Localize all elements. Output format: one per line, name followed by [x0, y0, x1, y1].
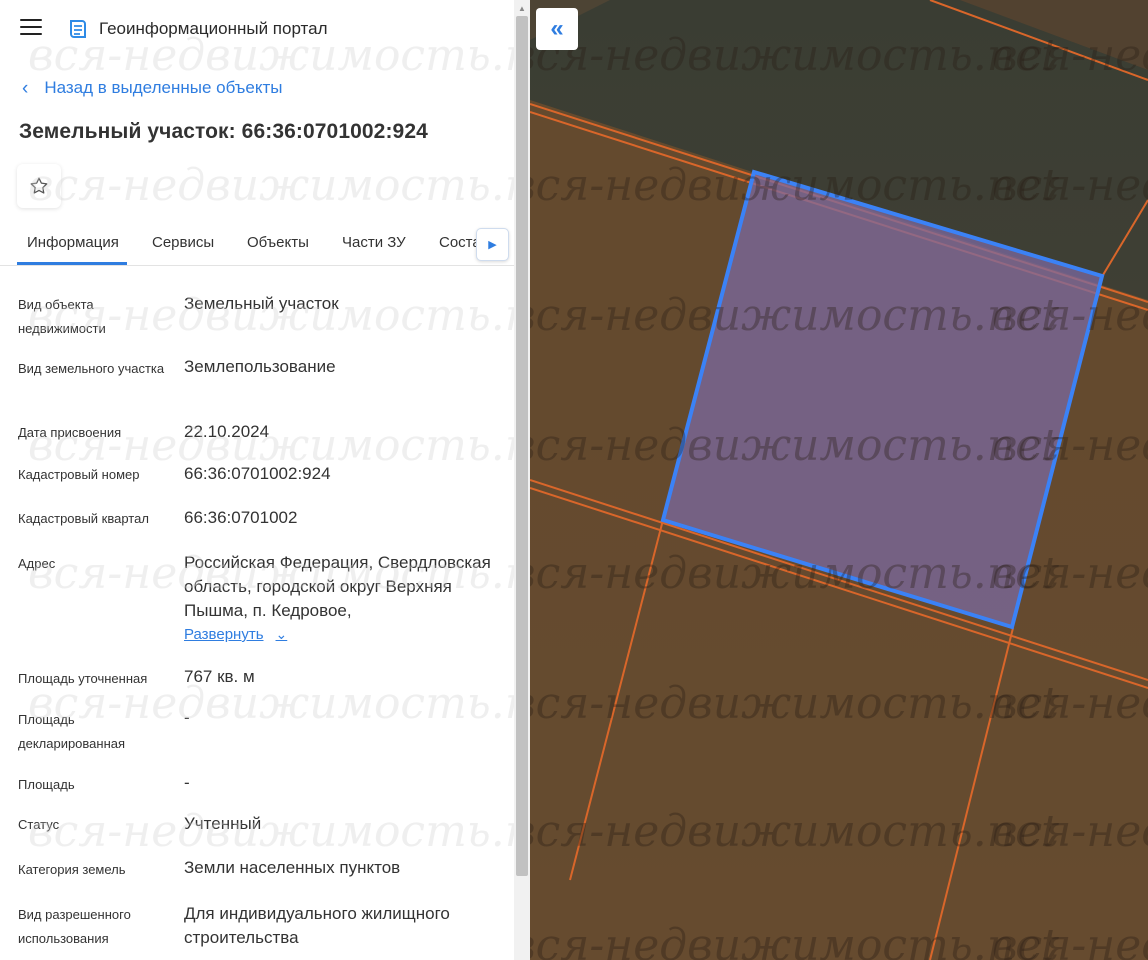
field-value-cadastral-block: 66:36:0701002: [184, 508, 298, 527]
chevron-down-icon: ⌄: [275, 626, 288, 642]
tab-bar: Информация Сервисы Объекты Части ЗУ Сост…: [0, 224, 514, 266]
field-value-area: -: [184, 773, 190, 792]
field-value-area-refined: 767 кв. м: [184, 667, 255, 686]
field-label-status: Статус: [18, 817, 60, 832]
panel-scrollbar[interactable]: ▲: [514, 0, 530, 960]
app-title: Геоинформационный портал: [99, 19, 328, 38]
field-label-address: Адрес: [18, 556, 56, 571]
tabs-scroll-right-button[interactable]: ▶: [476, 228, 509, 261]
favorite-button[interactable]: [17, 164, 61, 208]
tab-information[interactable]: Информация: [27, 234, 119, 251]
double-chevron-left-icon: «: [550, 15, 564, 42]
field-value-parcel-type: Землепользование: [184, 357, 336, 376]
collapse-panel-button[interactable]: «: [536, 8, 578, 50]
address-expand-link[interactable]: Развернуть ⌄: [184, 626, 287, 643]
field-value-cadastral-number: 66:36:0701002:924: [184, 464, 331, 483]
field-label-area-declared: Площадь декларированная: [18, 712, 126, 751]
field-value-area-declared: -: [184, 708, 190, 727]
cadastral-map-canvas: [530, 0, 1148, 960]
field-label-area-refined: Площадь уточненная: [18, 671, 148, 686]
field-label-parcel-type: Вид земельного участка: [18, 361, 165, 376]
field-value-permitted-use: Для индивидуального жилищного строительс…: [184, 904, 450, 947]
tab-parcel-parts[interactable]: Части ЗУ: [342, 234, 406, 251]
field-value-assignment-date: 22.10.2024: [184, 422, 270, 441]
chevron-left-icon: ‹: [22, 77, 29, 99]
back-to-selection-link[interactable]: ‹ Назад в выделенные объекты: [22, 78, 282, 98]
star-outline-icon: [30, 177, 48, 194]
field-label-cadastral-number: Кадастровый номер: [18, 467, 140, 482]
page-title: Земельный участок: 66:36:0701002:924: [19, 120, 428, 143]
field-label-permitted-use: Вид разрешенного использования: [18, 907, 131, 946]
tab-composition[interactable]: Соста: [439, 234, 481, 251]
field-label-assignment-date: Дата присвоения: [18, 425, 122, 440]
scrollbar-thumb[interactable]: [516, 16, 528, 876]
tab-objects[interactable]: Объекты: [247, 234, 309, 251]
watermark-text: вся-недвижимость.net: [28, 160, 514, 211]
field-value-status: Учтенный: [184, 814, 262, 833]
info-panel: Геоинформационный портал ‹ Назад в выдел…: [0, 0, 530, 960]
portal-logo-icon: [66, 18, 88, 40]
scroll-up-arrow-icon[interactable]: ▲: [514, 4, 530, 14]
field-value-land-category: Земли населенных пунктов: [184, 858, 401, 877]
field-label-object-type: Вид объекта недвижимости: [18, 297, 106, 336]
map-view[interactable]: вся-недвижимость.net вся-недвижимость.ne…: [530, 0, 1148, 960]
hamburger-icon[interactable]: [20, 19, 42, 37]
field-label-land-category: Категория земель: [18, 862, 126, 877]
app-header: Геоинформационный портал: [0, 0, 514, 60]
back-link-label: Назад в выделенные объекты: [44, 78, 283, 97]
field-label-cadastral-block: Кадастровый квартал: [18, 511, 149, 526]
field-label-area: Площадь: [18, 777, 75, 792]
caret-right-icon: ▶: [488, 239, 497, 251]
field-value-address: Российская Федерация, Свердловская облас…: [184, 553, 491, 620]
tab-services[interactable]: Сервисы: [152, 234, 214, 251]
expand-link-label: Развернуть: [184, 626, 264, 643]
info-panel-content: Геоинформационный портал ‹ Назад в выдел…: [0, 0, 514, 960]
field-value-object-type: Земельный участок: [184, 294, 339, 313]
active-tab-indicator: [17, 262, 127, 265]
